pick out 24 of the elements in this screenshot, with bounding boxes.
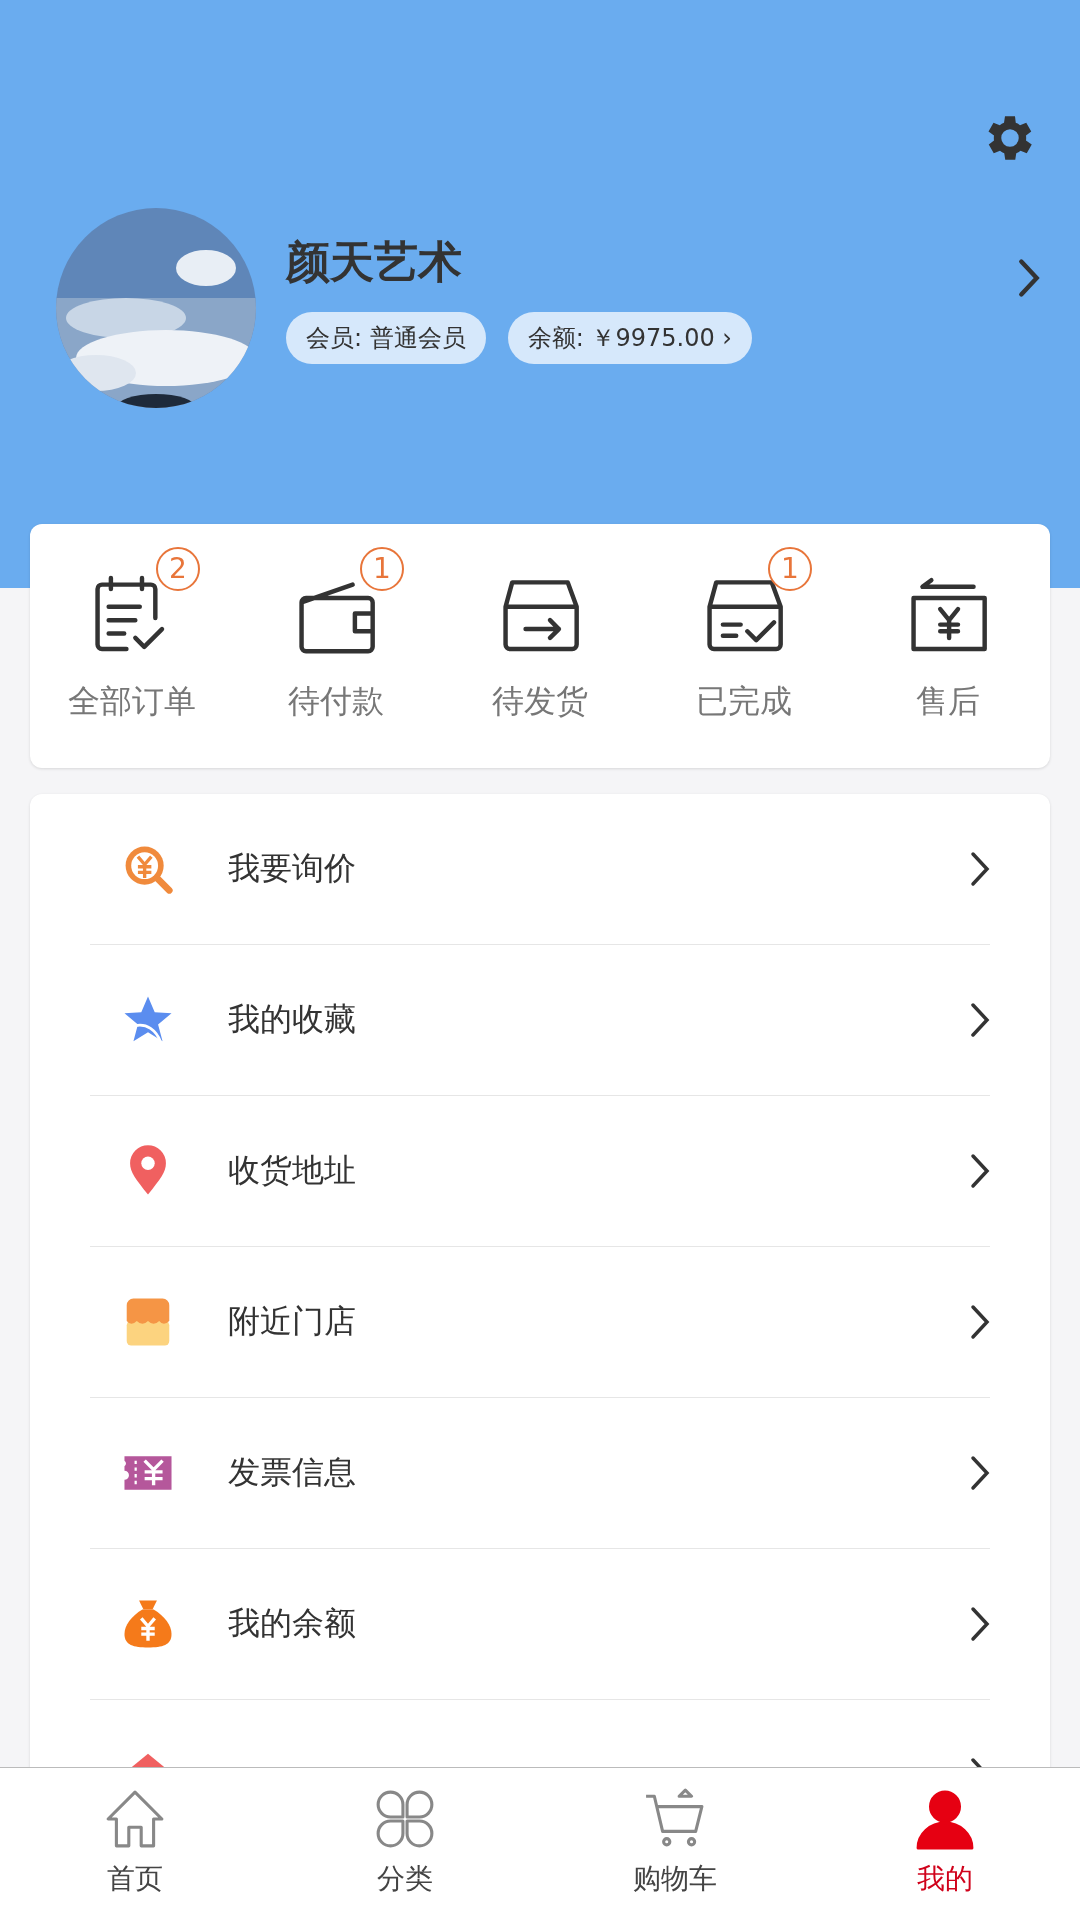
menu-item[interactable]: 我的收藏	[228, 998, 970, 1042]
count-badge: 1	[360, 546, 404, 591]
home-icon	[104, 1788, 166, 1850]
count-badge: 2	[156, 546, 200, 591]
tab[interactable]: 购物车	[540, 1768, 810, 1920]
menu-item[interactable]: 我的余额	[228, 1602, 970, 1646]
order-status-label[interactable]: 待付款	[288, 679, 384, 724]
tab[interactable]: 首页	[0, 1768, 270, 1920]
person-icon	[914, 1788, 976, 1850]
order-status-label[interactable]: 已完成	[696, 679, 792, 724]
grid-icon	[374, 1788, 436, 1850]
tab[interactable]: 分类	[270, 1768, 540, 1920]
order-status-label[interactable]: 售后	[916, 679, 980, 724]
tab[interactable]: 我的	[810, 1768, 1080, 1920]
user-name: 颜天艺术	[286, 234, 463, 289]
order-status-label[interactable]: 待发货	[492, 679, 588, 724]
menu-item[interactable]: 附近门店	[228, 1300, 970, 1344]
order-status-label[interactable]: 全部订单	[68, 679, 196, 724]
menu-item[interactable]: 收货地址	[228, 1149, 970, 1193]
menu-item[interactable]: 我要询价	[228, 847, 970, 891]
menu-item[interactable]: 发票信息	[228, 1451, 970, 1495]
balance-link[interactable]: 余额: ￥9975.00 ›	[507, 311, 752, 364]
member-level-tag: 会员: 普通会员	[286, 311, 486, 364]
count-badge: 1	[768, 546, 812, 591]
